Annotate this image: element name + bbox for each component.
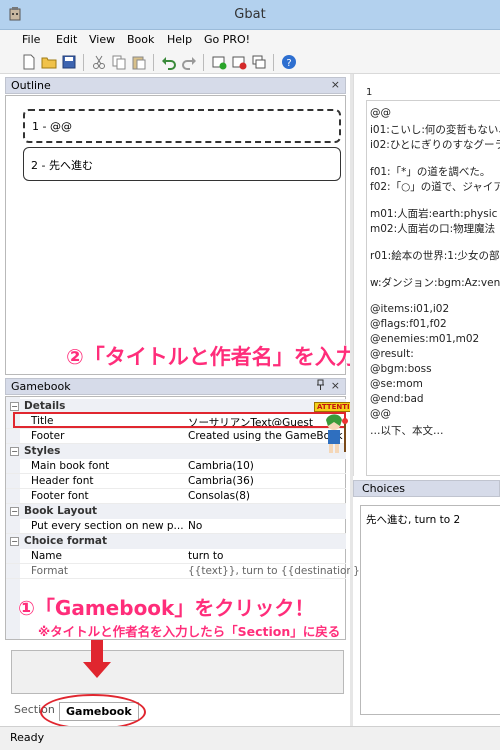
close-icon[interactable]: × xyxy=(331,78,340,91)
choices-title: Choices xyxy=(362,482,405,495)
property-row-footer[interactable]: Footer Created using the GameBook xyxy=(6,429,346,444)
outline-item-label: 1 - @@ xyxy=(32,120,72,133)
doc-line: @@ xyxy=(370,408,391,420)
doc-line: …以下、本文… xyxy=(370,425,444,437)
collapse-icon[interactable]: − xyxy=(10,507,19,516)
toolbar-separator xyxy=(83,54,84,71)
doc-line: i01:こいし:何の変哲もない、ス xyxy=(370,124,500,136)
gamebook-header: Gamebook × xyxy=(5,378,346,395)
category-book-layout[interactable]: − Book Layout xyxy=(6,504,346,519)
property-row-footer-font[interactable]: Footer font Consolas(8) xyxy=(6,489,346,504)
doc-line: @items:i01,i02 xyxy=(370,303,450,315)
category-styles[interactable]: − Styles xyxy=(6,444,346,459)
doc-line: m02:人面岩の口:物理魔法 xyxy=(370,223,496,235)
annotation-step2: ②「タイトルと作者名」を入力！ xyxy=(66,345,379,370)
doc-line: @result: xyxy=(370,348,414,360)
doc-line: @se:mom xyxy=(370,378,423,390)
menu-bar: File Edit View Book Help Go PRO! xyxy=(0,30,500,51)
menu-help[interactable]: Help xyxy=(167,33,192,46)
choices-header: Choices xyxy=(353,480,500,497)
collapse-icon[interactable]: − xyxy=(10,447,19,456)
outline-header: Outline × xyxy=(5,77,346,94)
doc-line: @enemies:m01,m02 xyxy=(370,333,480,345)
open-folder-icon[interactable] xyxy=(41,54,57,70)
doc-line: @bgm:boss xyxy=(370,363,432,375)
doc-line: @@ xyxy=(370,107,391,119)
annotation-step1: ①「Gamebook」をクリック！ xyxy=(17,596,315,621)
doc-line: f02:「○」の道で、ジャイアント xyxy=(370,181,500,193)
close-icon[interactable]: × xyxy=(331,379,340,392)
status-text: Ready xyxy=(10,731,45,744)
status-bar: Ready xyxy=(0,726,500,750)
property-row-name[interactable]: Name turn to xyxy=(6,549,346,564)
category-choice-format[interactable]: − Choice format xyxy=(6,534,346,549)
gamebook-tab-highlight xyxy=(40,694,146,730)
outline-list: 1 - @@ 2 - 先へ進む xyxy=(5,95,346,375)
collapse-icon[interactable]: − xyxy=(10,402,19,411)
remove-section-icon[interactable] xyxy=(231,54,247,70)
new-file-icon[interactable] xyxy=(21,54,37,70)
page-number: 1 xyxy=(366,87,373,98)
annotation-step1-note: ※タイトルと作者名を入力したら「Section」に戻る xyxy=(38,624,341,639)
title-bar: Gbat xyxy=(0,0,500,30)
copy-icon[interactable] xyxy=(111,54,127,70)
property-row-new-page[interactable]: Put every section on new p... No xyxy=(6,519,346,534)
svg-text:?: ? xyxy=(286,58,291,69)
gamebook-title: Gamebook xyxy=(11,380,71,393)
window-title: Gbat xyxy=(234,7,266,22)
property-description xyxy=(11,650,344,694)
title-highlight xyxy=(13,412,346,428)
doc-line: r01:絵本の世界:1:少女の部 xyxy=(370,250,500,262)
menu-file[interactable]: File xyxy=(22,33,40,46)
annotation-arrow-head xyxy=(83,662,111,678)
doc-line: m01:人面岩:earth:physic xyxy=(370,208,498,220)
save-icon[interactable] xyxy=(61,54,77,70)
add-section-icon[interactable] xyxy=(211,54,227,70)
pin-icon[interactable] xyxy=(316,379,325,393)
undo-icon[interactable] xyxy=(161,54,177,70)
choice-line: 先へ進む, turn to 2 xyxy=(366,514,461,526)
outline-item-2[interactable]: 2 - 先へ進む xyxy=(23,147,341,181)
property-row-header-font[interactable]: Header font Cambria(36) xyxy=(6,474,346,489)
property-row-format[interactable]: Format {{text}}, turn to {{destination}} xyxy=(6,564,366,579)
toolbar-separator xyxy=(273,54,274,71)
choices-text[interactable]: 先へ進む, turn to 2 xyxy=(360,505,500,715)
annotation-arrow xyxy=(91,640,103,664)
redo-icon[interactable] xyxy=(181,54,197,70)
menu-view[interactable]: View xyxy=(89,33,115,46)
outline-title: Outline xyxy=(11,79,51,92)
doc-line: @flags:f01,f02 xyxy=(370,318,447,330)
toolbar-separator xyxy=(153,54,154,71)
collapse-icon[interactable]: − xyxy=(10,537,19,546)
help-icon[interactable]: ? xyxy=(281,54,297,70)
toolbar-separator xyxy=(203,54,204,71)
property-row-main-font[interactable]: Main book font Cambria(10) xyxy=(6,459,346,474)
menu-edit[interactable]: Edit xyxy=(56,33,77,46)
document-text[interactable]: @@ i01:こいし:何の変哲もない、ス i02:ひとにぎりのすなグーランの f… xyxy=(366,100,500,476)
doc-line: i02:ひとにぎりのすなグーランの xyxy=(370,139,500,151)
paste-icon[interactable] xyxy=(131,54,147,70)
doc-line: w:ダンジョン:bgm:Az:venus xyxy=(370,277,500,289)
cut-icon[interactable] xyxy=(91,54,107,70)
outline-item-1[interactable]: 1 - @@ xyxy=(23,109,341,143)
duplicate-section-icon[interactable] xyxy=(251,54,267,70)
doc-line: f01:「*」の道を調べた。 xyxy=(370,166,491,178)
outline-item-label: 2 - 先へ進む xyxy=(31,159,93,172)
menu-book[interactable]: Book xyxy=(127,33,154,46)
document-preview: 1 @@ i01:こいし:何の変哲もない、ス i02:ひとにぎりのすなグーランの… xyxy=(353,74,500,476)
doc-line: @end:bad xyxy=(370,393,424,405)
toolbar: ? xyxy=(0,51,500,74)
menu-go-pro[interactable]: Go PRO! xyxy=(204,33,250,46)
